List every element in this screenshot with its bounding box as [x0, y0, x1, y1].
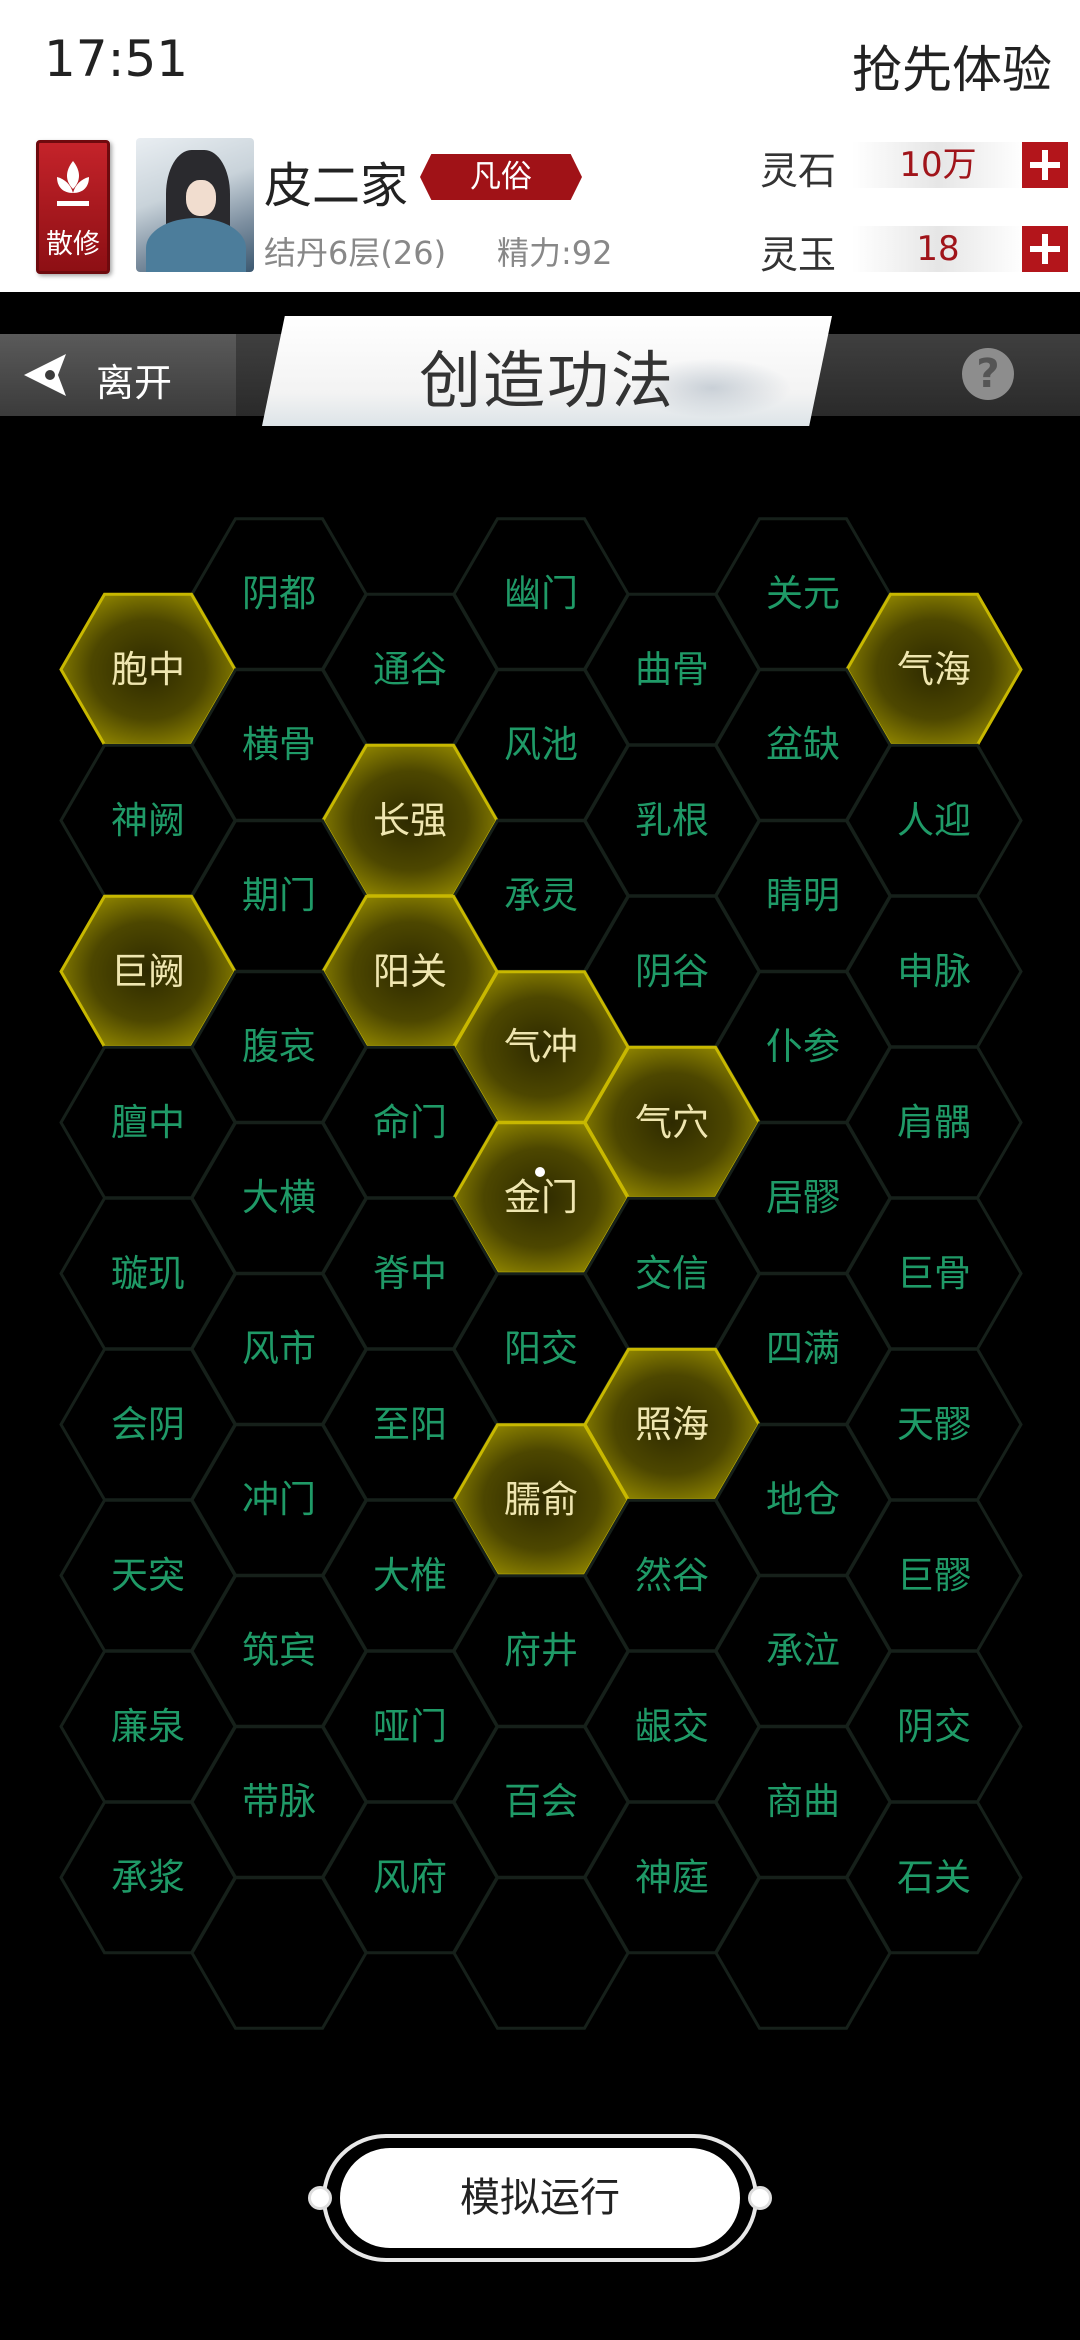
spirit-stone-value: 10万: [852, 142, 1024, 188]
energy-value: 精力:92: [497, 234, 613, 272]
acupoint-label[interactable]: 承灵: [471, 874, 611, 918]
acupoint-label[interactable]: 腹哀: [209, 1025, 349, 1069]
acupoint-label[interactable]: 期门: [209, 874, 349, 918]
sect-badge[interactable]: 散修: [36, 140, 110, 274]
back-arrow-icon: [24, 354, 66, 396]
acupoint-label[interactable]: 府井: [471, 1629, 611, 1673]
acupoint-label[interactable]: 盆缺: [733, 723, 873, 767]
button-ornament-left: [308, 2186, 332, 2210]
acupoint-label[interactable]: 长强: [340, 799, 480, 843]
acupoint-label[interactable]: 神阙: [78, 799, 218, 843]
acupoint-label[interactable]: 筑宾: [209, 1629, 349, 1673]
acupoint-label[interactable]: 巨髎: [864, 1554, 1004, 1598]
help-icon[interactable]: ?: [962, 348, 1014, 400]
acupoint-label[interactable]: 气冲: [471, 1025, 611, 1069]
acupoint-label[interactable]: 申脉: [864, 950, 1004, 994]
acupoint-label[interactable]: 地仓: [733, 1478, 873, 1522]
acupoint-label[interactable]: 商曲: [733, 1780, 873, 1824]
page-title: 创造功法: [418, 344, 675, 417]
acupoint-label[interactable]: 乳根: [602, 799, 742, 843]
acupoint-label[interactable]: 璇玑: [78, 1252, 218, 1296]
acupoint-label[interactable]: 四满: [733, 1327, 873, 1371]
acupoint-label[interactable]: 至阳: [340, 1403, 480, 1447]
acupoint-label[interactable]: 龈交: [602, 1705, 742, 1749]
acupoint-label[interactable]: 居髎: [733, 1176, 873, 1220]
add-spirit-stone-button[interactable]: [1022, 142, 1068, 188]
acupoint-label[interactable]: 睛明: [733, 874, 873, 918]
acupoint-label[interactable]: 神庭: [602, 1856, 742, 1900]
acupoint-label[interactable]: 百会: [471, 1780, 611, 1824]
rank-badge: 凡俗: [420, 154, 582, 200]
acupoint-label[interactable]: 臑俞: [471, 1478, 611, 1522]
acupoint-label[interactable]: 巨阙: [78, 950, 218, 994]
acupoint-label[interactable]: 肩髃: [864, 1101, 1004, 1145]
acupoint-label[interactable]: 哑门: [340, 1705, 480, 1749]
leave-label[interactable]: 离开: [96, 352, 172, 407]
hex-cell[interactable]: [714, 1876, 892, 2030]
acupoint-label[interactable]: 横骨: [209, 723, 349, 767]
acupoint-label[interactable]: 人迎: [864, 799, 1004, 843]
acupoint-label[interactable]: 金门: [471, 1176, 611, 1220]
acupoint-label[interactable]: 阳关: [340, 950, 480, 994]
acupoint-label[interactable]: 石关: [864, 1856, 1004, 1900]
cultivation-realm: 结丹6层(26): [264, 234, 447, 272]
hex-cell[interactable]: [190, 1876, 368, 2030]
acupoint-label[interactable]: 脊中: [340, 1252, 480, 1296]
acupoint-label[interactable]: 关元: [733, 572, 873, 616]
early-access-label[interactable]: 抢先体验: [852, 30, 1052, 102]
acupoint-label[interactable]: 大横: [209, 1176, 349, 1220]
status-time: 17:51: [44, 30, 189, 88]
acupoint-label[interactable]: 廉泉: [78, 1705, 218, 1749]
player-name: 皮二家: [264, 158, 409, 214]
acupoint-label[interactable]: 风市: [209, 1327, 349, 1371]
acupoint-label[interactable]: 承浆: [78, 1856, 218, 1900]
acupoint-label[interactable]: 巨骨: [864, 1252, 1004, 1296]
acupoint-label[interactable]: 膻中: [78, 1101, 218, 1145]
acupoint-label[interactable]: 气穴: [602, 1101, 742, 1145]
spirit-jade-label: 灵玉: [760, 233, 837, 277]
acupoint-label[interactable]: 风府: [340, 1856, 480, 1900]
add-spirit-jade-button[interactable]: [1022, 226, 1068, 272]
acupoint-label[interactable]: 阳交: [471, 1327, 611, 1371]
acupoint-label[interactable]: 冲门: [209, 1478, 349, 1522]
hex-cell[interactable]: [452, 1876, 630, 2030]
spirit-jade-value: 18: [852, 226, 1024, 272]
acupoint-label[interactable]: 命门: [340, 1101, 480, 1145]
button-ornament-right: [748, 2186, 772, 2210]
acupoint-label[interactable]: 会阴: [78, 1403, 218, 1447]
acupoint-label[interactable]: 天髎: [864, 1403, 1004, 1447]
simulate-run-button[interactable]: 模拟运行: [340, 2148, 740, 2248]
acupoint-label[interactable]: 然谷: [602, 1554, 742, 1598]
acupoint-label[interactable]: 通谷: [340, 648, 480, 692]
acupoint-label[interactable]: 天突: [78, 1554, 218, 1598]
acupoint-label[interactable]: 气海: [864, 648, 1004, 692]
acupoint-label[interactable]: 阴交: [864, 1705, 1004, 1749]
lotus-icon: [57, 161, 89, 206]
acupoint-label[interactable]: 照海: [602, 1403, 742, 1447]
acupoint-label[interactable]: 带脉: [209, 1780, 349, 1824]
acupoint-label[interactable]: 胞中: [78, 648, 218, 692]
sect-badge-label: 散修: [46, 229, 100, 260]
acupoint-label[interactable]: 阴谷: [602, 950, 742, 994]
acupoint-label[interactable]: 大椎: [340, 1554, 480, 1598]
avatar[interactable]: [136, 138, 254, 272]
acupoint-label[interactable]: 仆参: [733, 1025, 873, 1069]
acupoint-label[interactable]: 承泣: [733, 1629, 873, 1673]
acupoint-label[interactable]: 阴都: [209, 572, 349, 616]
acupoint-label[interactable]: 曲骨: [602, 648, 742, 692]
acupoint-label[interactable]: 风池: [471, 723, 611, 767]
acupoint-label[interactable]: 幽门: [471, 572, 611, 616]
acupoint-label[interactable]: 交信: [602, 1252, 742, 1296]
spirit-stone-label: 灵石: [760, 149, 837, 193]
